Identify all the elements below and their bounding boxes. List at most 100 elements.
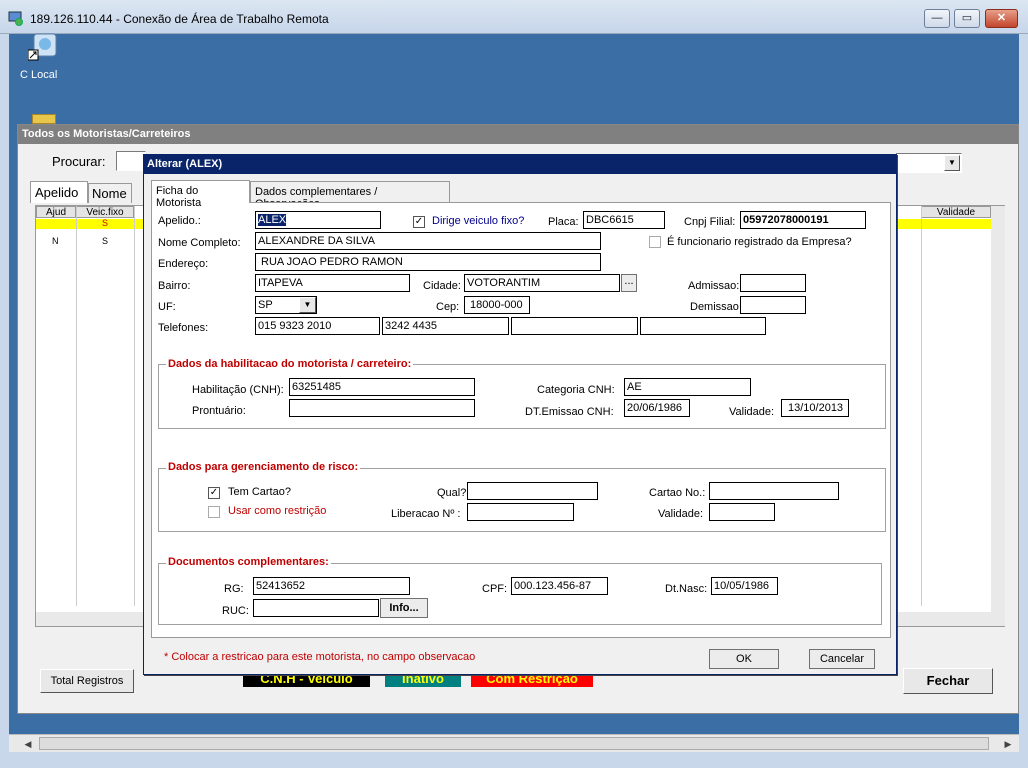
rg-label: RG: [224, 583, 244, 595]
cnpj-field[interactable]: 05972078000191 [740, 211, 866, 229]
shortcut-icon[interactable] [28, 32, 64, 62]
placa-field[interactable]: DBC6615 [583, 211, 665, 229]
cancel-button[interactable]: Cancelar [809, 649, 875, 669]
grid-divider [76, 206, 77, 606]
cpf-field[interactable]: 000.123.456-87 [511, 577, 608, 595]
placa-label: Placa: [548, 216, 579, 228]
restricao-label: Usar como restrição [228, 505, 327, 517]
grid-cell: S [102, 218, 109, 228]
tab-apelido[interactable]: Apelido [30, 181, 88, 203]
emissao-label: DT.Emissao CNH: [525, 406, 614, 418]
emissao-field[interactable]: 20/06/1986 [624, 399, 690, 417]
search-label: Procurar: [52, 154, 106, 169]
rdp-title-text: 189.126.110.44 - Conexão de Área de Trab… [30, 12, 329, 26]
total-registros-button[interactable]: Total Registros [40, 669, 134, 693]
dirige-label: Dirige veiculo fixo? [432, 215, 525, 227]
cnh-validade-field[interactable]: 13/10/2013 [781, 399, 849, 417]
telefone-3-field[interactable] [511, 317, 638, 335]
cartao-no-label: Cartao No.: [649, 487, 706, 499]
liberacao-label: Liberacao Nº : [391, 508, 461, 520]
nome-label: Nome Completo: [158, 237, 241, 249]
cnpj-label: Cnpj Filial: [684, 216, 736, 228]
apelido-field[interactable]: ALEX [255, 211, 381, 229]
chevron-down-icon[interactable]: ▼ [944, 155, 960, 171]
scroll-right-icon[interactable]: ▶ [1001, 737, 1015, 751]
rdp-frame-bottom [0, 752, 1028, 768]
telefones-label: Telefones: [158, 322, 209, 334]
dialog-title: Alterar (ALEX) [144, 155, 896, 174]
endereco-label: Endereço: [158, 258, 209, 270]
search-input[interactable] [116, 151, 146, 171]
tab-ficha-motorista[interactable]: Ficha do Motorista [151, 180, 250, 209]
tab-dados-complementares[interactable]: Dados complementares / Observações [250, 181, 450, 210]
grid-header-ajud[interactable]: Ajud [36, 206, 76, 218]
qual-field[interactable] [467, 482, 598, 500]
chevron-down-icon[interactable]: ▼ [299, 297, 316, 313]
close-button[interactable]: ✕ [985, 9, 1018, 28]
nome-field[interactable]: ALEXANDRE DA SILVA [255, 232, 601, 250]
scroll-thumb[interactable] [39, 737, 989, 750]
tem-cartao-checkbox[interactable]: ✓ [208, 487, 220, 499]
funcionario-checkbox[interactable] [649, 236, 661, 248]
alterar-dialog: Alterar (ALEX) Ficha do Motorista Dados … [143, 154, 897, 675]
cidade-field[interactable]: VOTORANTIM [464, 274, 620, 292]
scroll-left-icon[interactable]: ◀ [21, 737, 35, 751]
telefone-2-field[interactable]: 3242 4435 [382, 317, 509, 335]
admissao-label: Admissao: [688, 280, 740, 292]
bairro-label: Bairro: [158, 280, 191, 292]
rdp-title-bar: 189.126.110.44 - Conexão de Área de Trab… [0, 0, 1028, 34]
cnh-field[interactable]: 63251485 [289, 378, 475, 396]
uf-value: SP [258, 299, 273, 311]
legend-cnh-veiculo: C.N.H - Veiculo [243, 676, 370, 687]
cidade-label: Cidade: [423, 280, 461, 292]
apelido-label: Apelido.: [158, 215, 201, 227]
admissao-field[interactable] [740, 274, 806, 292]
categoria-label: Categoria CNH: [537, 384, 615, 396]
cep-field[interactable]: 18000-000 [464, 296, 530, 314]
ruc-label: RUC: [222, 605, 249, 617]
grid-header-validade[interactable]: Validade [921, 206, 991, 218]
grid-divider [134, 206, 135, 606]
funcionario-label: É funcionario registrado da Empresa? [667, 236, 852, 248]
legend-inativo: Inativo [385, 676, 461, 687]
rdp-horizontal-scrollbar[interactable]: ◀ ▶ [9, 734, 1019, 752]
endereco-field[interactable]: RUA JOAO PEDRO RAMON [255, 253, 601, 271]
ruc-field[interactable] [253, 599, 379, 617]
demissao-field[interactable] [740, 296, 806, 314]
grid-header-veic[interactable]: Veic.fixo [76, 206, 134, 218]
restricao-checkbox[interactable] [208, 506, 220, 518]
cnh-validade-label: Validade: [729, 406, 775, 418]
ok-button[interactable]: OK [709, 649, 779, 669]
dirige-checkbox[interactable]: ✓ [413, 216, 425, 228]
grid-vertical-scrollbar[interactable] [991, 206, 1005, 626]
habilitacao-group [158, 364, 886, 429]
restore-button[interactable]: ▭ [954, 9, 980, 28]
risco-validade-field[interactable] [709, 503, 775, 521]
nasc-field[interactable]: 10/05/1986 [711, 577, 778, 595]
cep-label: Cep: [436, 301, 460, 313]
tab-nome[interactable]: Nome [88, 183, 132, 203]
demissao-label: Demissao [690, 301, 739, 313]
cartao-no-field[interactable] [709, 482, 839, 500]
categoria-field[interactable]: AE [624, 378, 751, 396]
grid-cell: S [102, 236, 109, 246]
habilitacao-group-title: Dados da habilitacao do motorista / carr… [166, 358, 414, 370]
grid-cell: N [52, 236, 59, 246]
telefone-1-field[interactable]: 015 9323 2010 [255, 317, 380, 335]
desktop-icon-label[interactable]: C Local [20, 69, 57, 81]
prontuario-field[interactable] [289, 399, 475, 417]
liberacao-field[interactable] [467, 503, 574, 521]
telefone-4-field[interactable] [640, 317, 766, 335]
apelido-value: ALEX [258, 214, 287, 226]
bairro-field[interactable]: ITAPEVA [255, 274, 410, 292]
documentos-group-title: Documentos complementares: [166, 556, 331, 568]
cidade-lookup-button[interactable]: ... [621, 274, 637, 292]
rg-field[interactable]: 52413652 [253, 577, 410, 595]
info-button[interactable]: Info... [380, 598, 428, 618]
minimize-button[interactable]: — [924, 9, 950, 28]
qual-label: Qual? [437, 487, 467, 499]
remote-desktop-icon [8, 11, 23, 26]
fechar-button[interactable]: Fechar [903, 668, 993, 694]
folder-icon[interactable] [32, 114, 56, 124]
ficha-tab-pane: Apelido.: ALEX ✓ Dirige veiculo fixo? Pl… [151, 202, 891, 638]
